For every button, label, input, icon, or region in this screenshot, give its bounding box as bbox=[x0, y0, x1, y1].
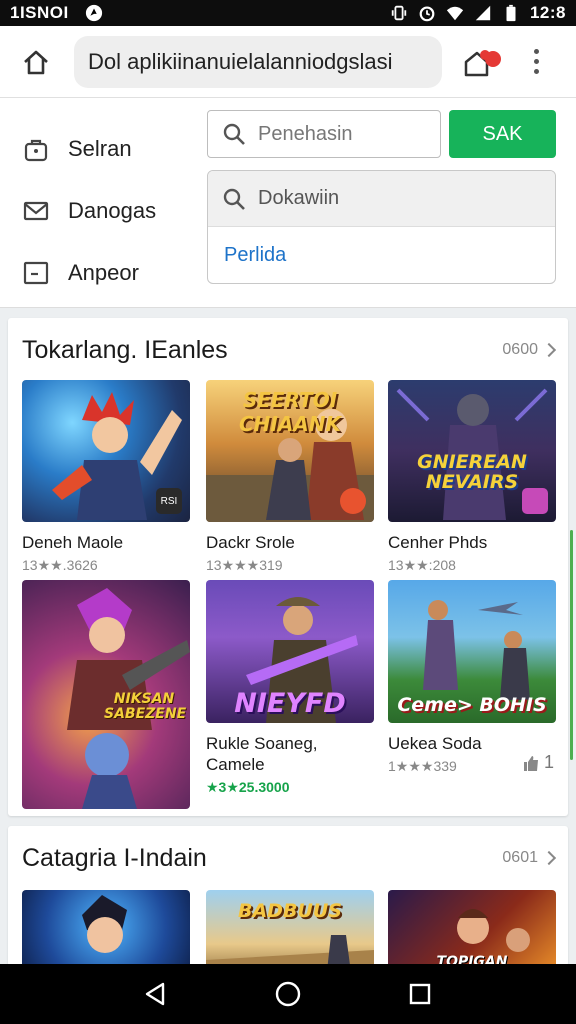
recents-button[interactable] bbox=[405, 979, 435, 1009]
side-item-label: Anpeor bbox=[68, 260, 139, 285]
app-art-title: GNIEREAN NEVAIRS bbox=[417, 451, 527, 493]
brand-icon bbox=[85, 4, 102, 22]
alarm-icon bbox=[419, 6, 435, 22]
overflow-menu-icon bbox=[533, 49, 539, 54]
url-text: Dol aplikiinanuielalanniodgslasi bbox=[88, 48, 393, 74]
system-nav-bar bbox=[0, 964, 576, 1024]
chevron-right-icon bbox=[541, 342, 557, 358]
app-art-title: BADBUUS bbox=[238, 900, 342, 922]
search-placeholder: Penehasin bbox=[258, 122, 353, 145]
home-circle-icon bbox=[275, 981, 301, 1007]
section-title: Tokarlang. IEanles bbox=[22, 335, 228, 364]
like-count: 1 bbox=[543, 752, 554, 772]
side-item-danogas[interactable]: Danogas bbox=[22, 180, 192, 242]
app-art-title: NIEYFD bbox=[234, 688, 346, 719]
app-card[interactable]: NIKSAN SABEZENE bbox=[22, 580, 190, 809]
app-thumbnail: NIEYFD bbox=[206, 580, 374, 723]
tabs-icon bbox=[464, 49, 501, 76]
back-button[interactable] bbox=[141, 979, 171, 1009]
side-item-label: Danogas bbox=[68, 198, 157, 223]
app-name: Uekea Soda bbox=[388, 734, 482, 753]
app-name: Rukle Soaneg, Camele bbox=[206, 734, 318, 774]
section-more-label: 0601 bbox=[502, 849, 538, 866]
wifi-icon bbox=[446, 6, 464, 21]
app-card[interactable]: NIEYFD Rukle Soaneg, Camele ★3★25.3000 bbox=[206, 580, 374, 796]
battery-icon bbox=[506, 4, 516, 22]
box-icon bbox=[23, 261, 49, 285]
app-card[interactable]: Ceme> BOHIS Uekea Soda 1★★★339 bbox=[388, 580, 556, 775]
app-card[interactable]: RSI Deneh Maole 13★★.3626 bbox=[22, 380, 190, 574]
home-icon bbox=[24, 50, 48, 74]
url-bar[interactable]: Dol aplikiinanuielalanniodgslasi bbox=[74, 35, 442, 88]
search-icon bbox=[223, 188, 245, 210]
app-rating: 13★★★319 bbox=[206, 557, 283, 573]
app-card[interactable]: SEERTOI CHIAANK Dackr Srole 13★★★319 bbox=[206, 380, 374, 574]
scrollbar[interactable] bbox=[570, 530, 573, 760]
search-icon bbox=[223, 123, 245, 145]
tabs-button[interactable] bbox=[460, 38, 512, 86]
side-item-anpeor[interactable]: Anpeor bbox=[22, 242, 192, 304]
dropdown-option[interactable]: Perlida bbox=[208, 227, 555, 283]
section-title: Catagria I-Indain bbox=[22, 843, 207, 872]
app-thumbnail: TOPIGAN bbox=[388, 890, 556, 966]
search-button[interactable]: SAK bbox=[449, 110, 556, 158]
side-menu: Selran Danogas Anpeor bbox=[22, 118, 192, 304]
status-bar: 1ISNOI 12:8 bbox=[0, 0, 576, 26]
home-button[interactable] bbox=[12, 38, 60, 86]
featured-apps-section: Tokarlang. IEanles 0600 RSI Deneh Maole … bbox=[8, 318, 568, 816]
app-rating: ★3★25.3000 bbox=[206, 779, 290, 795]
bag-icon bbox=[24, 139, 48, 162]
app-thumbnail: GNIEREAN NEVAIRS bbox=[388, 380, 556, 522]
app-rating: 13★★:208 bbox=[388, 557, 456, 573]
app-card[interactable]: GNIEREAN NEVAIRS Cenher Phds 13★★:208 bbox=[388, 380, 556, 574]
game-art-hero bbox=[82, 895, 127, 953]
chevron-right-icon bbox=[541, 850, 557, 866]
app-badge: RSI bbox=[156, 488, 182, 514]
app-thumbnail: SEERTOI CHIAANK bbox=[206, 380, 374, 522]
like-counter[interactable]: 1 bbox=[522, 752, 554, 773]
app-art-title: NIKSAN SABEZENE bbox=[104, 691, 187, 722]
category-section: Catagria I-Indain 0601 BADBUUS TOPIGAN bbox=[8, 826, 568, 966]
search-input[interactable]: Penehasin bbox=[207, 110, 441, 158]
status-time-right: 12:8 bbox=[529, 3, 566, 22]
side-item-selran[interactable]: Selran bbox=[22, 118, 192, 180]
dropdown-search-placeholder: Dokawiin bbox=[258, 187, 340, 209]
app-art-title: SEERTOI CHIAANK bbox=[238, 388, 342, 436]
section-header: Tokarlang. IEanles 0600 bbox=[22, 332, 557, 368]
app-card[interactable] bbox=[22, 890, 190, 966]
app-card[interactable]: BADBUUS bbox=[206, 890, 374, 966]
app-thumbnail: BADBUUS bbox=[206, 890, 374, 966]
app-name: Cenher Phds bbox=[388, 533, 488, 552]
side-item-label: Selran bbox=[68, 136, 132, 161]
app-thumbnail: NIKSAN SABEZENE bbox=[22, 580, 190, 809]
status-time-left: 1ISNOI bbox=[10, 3, 69, 22]
app-badge-icon bbox=[340, 488, 366, 514]
thumbs-up-icon bbox=[523, 755, 538, 771]
search-dropdown: Dokawiin Perlida bbox=[207, 170, 556, 284]
section-more-link[interactable]: 0601 bbox=[502, 849, 557, 867]
app-thumbnail: Ceme> BOHIS bbox=[388, 580, 556, 723]
app-rating: 13★★.3626 bbox=[22, 557, 98, 573]
browser-toolbar: Dol aplikiinanuielalanniodgslasi bbox=[0, 26, 576, 98]
app-badge-icon bbox=[522, 488, 548, 514]
back-icon bbox=[145, 982, 165, 1006]
section-more-label: 0600 bbox=[502, 341, 538, 358]
overflow-menu-button[interactable] bbox=[524, 38, 548, 86]
section-header: Catagria I-Indain 0601 bbox=[22, 840, 557, 876]
dropdown-search-field[interactable]: Dokawiin bbox=[208, 171, 555, 227]
mail-icon bbox=[23, 201, 49, 221]
app-art-title: Ceme> BOHIS bbox=[397, 694, 547, 716]
signal-icon bbox=[475, 5, 491, 21]
app-thumbnail: RSI bbox=[22, 380, 190, 522]
app-thumbnail bbox=[22, 890, 190, 966]
app-name: Deneh Maole bbox=[22, 533, 124, 552]
top-panel: Selran Danogas Anpeor Penehasin SAK Doka… bbox=[0, 98, 576, 308]
app-card[interactable]: TOPIGAN bbox=[388, 890, 556, 966]
recents-icon bbox=[409, 983, 431, 1005]
home-nav-button[interactable] bbox=[273, 979, 303, 1009]
app-name: Dackr Srole bbox=[206, 533, 295, 552]
vibrate-icon bbox=[391, 5, 407, 21]
section-more-link[interactable]: 0600 bbox=[502, 341, 557, 359]
